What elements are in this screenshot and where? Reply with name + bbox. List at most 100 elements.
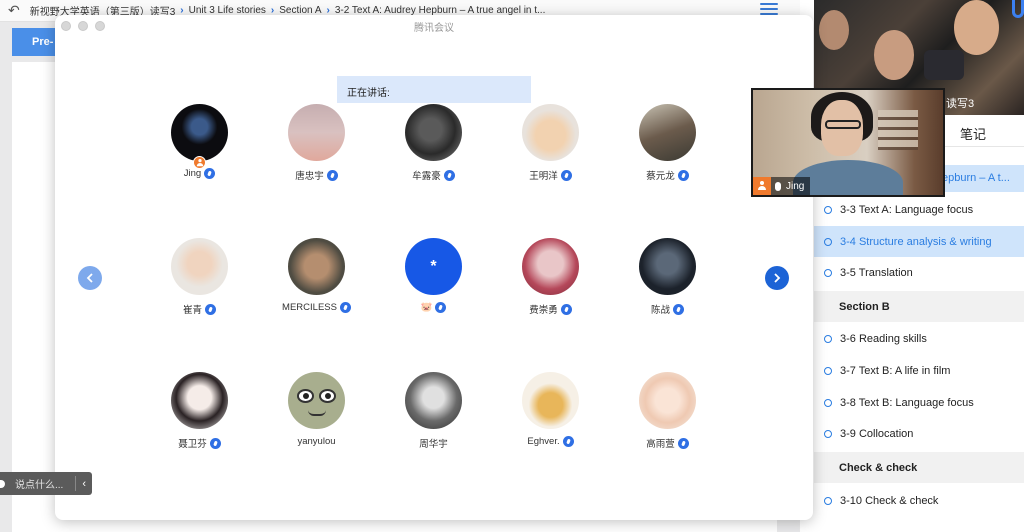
mic-icon	[677, 169, 689, 181]
participant-tile[interactable]: MERCILESS	[258, 238, 375, 328]
mic-icon	[205, 303, 216, 315]
participant-name: 周华宇	[419, 439, 448, 450]
avatar	[522, 372, 579, 429]
mic-icon	[435, 302, 447, 313]
chat-input[interactable]: 说点什么...	[15, 476, 69, 491]
participant-tile[interactable]: 高雨萱	[609, 372, 726, 462]
participant-name: yanyulou	[297, 436, 336, 447]
participant-tile[interactable]: Jing	[141, 104, 258, 194]
participant-name: 高雨萱	[646, 439, 675, 450]
participant-name: 🐷	[420, 302, 433, 313]
avatar	[171, 372, 228, 429]
chevron-right-icon	[774, 273, 781, 283]
circle-icon	[824, 429, 832, 438]
mic-icon	[209, 437, 221, 449]
lesson-label: 3-6 Reading skills	[840, 332, 927, 345]
participant-name: 蔡元龙	[646, 171, 675, 182]
tab-notes[interactable]: 笔记	[960, 124, 986, 143]
lesson-item[interactable]: 3-8 Text B: Language focus	[814, 387, 1024, 418]
next-page-button[interactable]	[765, 266, 789, 290]
participant-tile[interactable]: 崔青	[141, 238, 258, 328]
avatar	[288, 238, 345, 295]
participant-tile[interactable]: yanyulou	[258, 372, 375, 462]
participant-tile[interactable]: Eghver.	[492, 372, 609, 462]
circle-icon	[824, 496, 832, 505]
avatar	[405, 372, 462, 429]
circle-icon	[824, 205, 832, 214]
mic-icon	[673, 303, 684, 315]
lesson-item[interactable]: 3-10 Check & check	[814, 485, 1024, 516]
section-header[interactable]: Section B	[814, 291, 1024, 322]
previous-page-button[interactable]	[78, 266, 102, 290]
lesson-item[interactable]: 3-4 Structure analysis & writing	[814, 226, 1024, 257]
mic-icon	[443, 169, 455, 181]
avatar: *	[405, 238, 462, 295]
participant-name: 崔青	[182, 305, 202, 316]
participant-tile[interactable]: 唐忠宇	[258, 104, 375, 194]
mic-icon	[677, 437, 689, 449]
mic-icon	[560, 303, 572, 315]
participant-tile[interactable]: 聂卫芬	[141, 372, 258, 462]
self-video-tile[interactable]: Jing	[751, 88, 945, 197]
lesson-label: 3-3 Text A: Language focus	[840, 203, 974, 216]
participant-name: 唐忠宇	[295, 171, 324, 182]
avatar	[639, 104, 696, 161]
lesson-label: 3-4 Structure analysis & writing	[840, 235, 992, 248]
window-title: 腾讯会议	[414, 23, 454, 34]
participant-name: 牟露豪	[412, 171, 441, 182]
avatar	[639, 372, 696, 429]
self-video-name: Jing	[786, 180, 805, 192]
participant-name: MERCILESS	[282, 302, 337, 313]
mic-icon	[339, 302, 351, 313]
participant-name: Jing	[183, 168, 202, 179]
avatar	[522, 238, 579, 295]
avatar	[405, 104, 462, 161]
avatar	[639, 238, 696, 295]
avatar	[522, 104, 579, 161]
lesson-item-active-partial[interactable]: epburn – A t...	[938, 165, 1024, 192]
lesson-label: 3-5 Translation	[840, 266, 913, 279]
mic-icon	[560, 169, 572, 181]
participant-tile[interactable]: 牟露豪	[375, 104, 492, 194]
participant-tile[interactable]: 蔡元龙	[609, 104, 726, 194]
participant-tile[interactable]: 周华宇	[375, 372, 492, 462]
participant-tile[interactable]: 陈战	[609, 238, 726, 328]
participant-tile[interactable]: 王明洋	[492, 104, 609, 194]
circle-icon	[824, 334, 832, 343]
circle-icon	[824, 398, 832, 407]
chat-input-bar[interactable]: 说点什么... ‹	[0, 472, 92, 495]
circle-icon	[824, 268, 832, 277]
lesson-item[interactable]: 3-9 Collocation	[814, 418, 1024, 449]
lesson-label: 3-10 Check & check	[840, 494, 939, 507]
lesson-item[interactable]: 3-6 Reading skills	[814, 323, 1024, 354]
avatar	[288, 104, 345, 161]
chevron-left-icon	[86, 273, 93, 283]
participant-tile[interactable]: * 🐷	[375, 238, 492, 328]
course-label: 读写3	[946, 98, 975, 110]
back-arrow-icon[interactable]: ↶	[8, 2, 20, 19]
lesson-label: 3-7 Text B: A life in film	[840, 364, 951, 377]
avatar	[288, 372, 345, 429]
mic-icon	[326, 169, 338, 181]
avatar	[171, 238, 228, 295]
mic-icon	[562, 436, 574, 447]
participant-tile[interactable]: 费崇勇	[492, 238, 609, 328]
video-name-tag: Jing	[753, 177, 811, 195]
lesson-label: 3-9 Collocation	[840, 427, 914, 440]
mic-icon	[775, 181, 781, 191]
participant-name: 王明洋	[529, 171, 558, 182]
participant-name: 费崇勇	[529, 305, 558, 316]
avatar	[171, 104, 228, 161]
participant-name: Eghver.	[527, 436, 560, 447]
lesson-item[interactable]: 3-5 Translation	[814, 257, 1024, 288]
circle-icon	[824, 366, 832, 375]
speaking-indicator: 正在讲话:	[337, 76, 531, 103]
participant-name: 聂卫芬	[178, 439, 207, 450]
host-icon	[753, 177, 771, 195]
lesson-label: 3-8 Text B: Language focus	[840, 396, 974, 409]
mic-icon	[204, 168, 216, 179]
lesson-item[interactable]: 3-7 Text B: A life in film	[814, 355, 1024, 386]
collapse-chevron-icon[interactable]: ‹	[82, 478, 86, 490]
lesson-item[interactable]: 3-3 Text A: Language focus	[814, 194, 1024, 225]
section-header[interactable]: Check & check	[814, 452, 1024, 483]
